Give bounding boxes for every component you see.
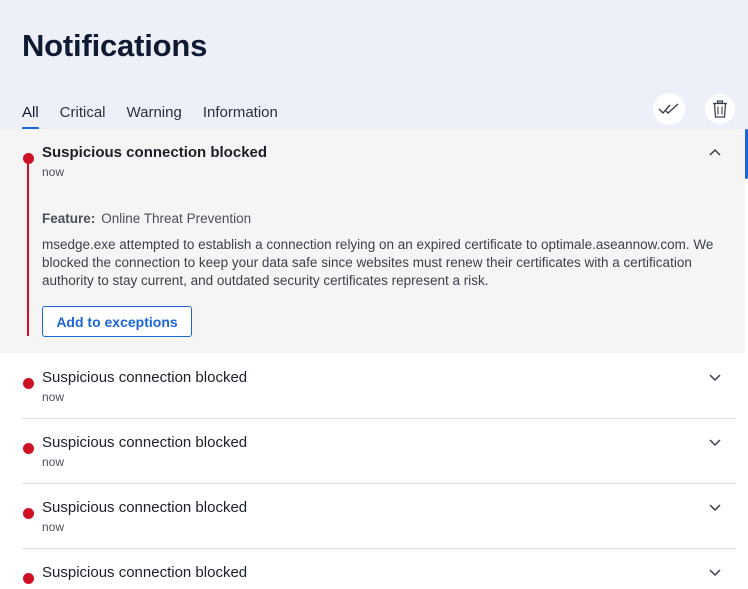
add-to-exceptions-button[interactable]: Add to exceptions <box>42 306 192 337</box>
critical-dot-icon <box>23 443 34 454</box>
severity-line <box>27 158 29 336</box>
notification-time: now <box>42 520 65 534</box>
notification-title[interactable]: Suspicious connection blocked <box>42 564 247 581</box>
chevron-up-icon[interactable] <box>707 145 723 161</box>
feature-value: Online Threat Prevention <box>101 211 252 226</box>
feature-line: Feature: Online Threat Prevention <box>42 211 251 226</box>
delete-all-button[interactable] <box>705 94 735 124</box>
notification-title[interactable]: Suspicious connection blocked <box>42 369 247 386</box>
feature-label: Feature: <box>42 211 96 226</box>
chevron-down-icon[interactable] <box>707 369 723 385</box>
chevron-down-icon[interactable] <box>707 564 723 580</box>
tab-bar: All Critical Warning Information <box>22 103 299 131</box>
page-title: Notifications <box>22 28 208 63</box>
trash-icon <box>713 100 727 118</box>
notification-title: Suspicious connection blocked <box>42 144 268 161</box>
notification-time: now <box>42 390 65 404</box>
critical-dot-icon <box>23 508 34 519</box>
mark-all-read-button[interactable] <box>653 93 685 125</box>
critical-dot-icon <box>23 573 34 584</box>
tab-critical[interactable]: Critical <box>60 103 106 131</box>
notification-title[interactable]: Suspicious connection blocked <box>42 499 247 516</box>
tab-warning[interactable]: Warning <box>127 103 182 131</box>
divider <box>22 548 736 549</box>
chevron-down-icon[interactable] <box>707 499 723 515</box>
critical-dot-icon <box>23 153 34 164</box>
chevron-down-icon[interactable] <box>707 434 723 450</box>
notification-description: msedge.exe attempted to establish a conn… <box>42 237 714 288</box>
notification-title[interactable]: Suspicious connection blocked <box>42 434 247 451</box>
tab-all[interactable]: All <box>22 103 39 131</box>
divider <box>22 418 736 419</box>
double-check-icon <box>658 103 679 115</box>
critical-dot-icon <box>23 378 34 389</box>
notification-time: now <box>42 165 65 179</box>
divider <box>22 483 736 484</box>
notification-time: now <box>42 455 65 469</box>
tab-information[interactable]: Information <box>203 103 278 131</box>
